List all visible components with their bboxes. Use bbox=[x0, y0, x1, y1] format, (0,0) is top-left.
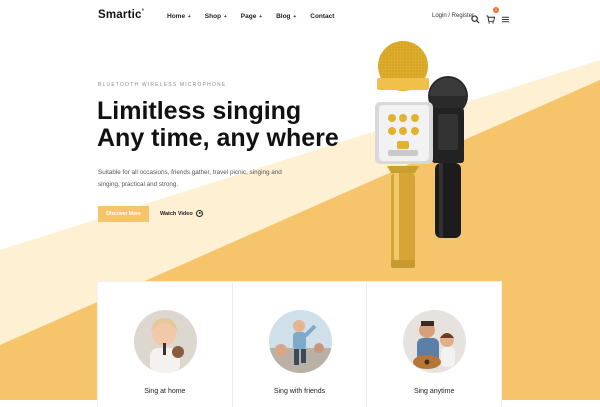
gold-microphone bbox=[375, 41, 433, 268]
discover-more-button[interactable]: Discover More bbox=[98, 206, 149, 222]
cart-count-badge: 0 bbox=[493, 7, 499, 13]
sing-anytime-image bbox=[403, 310, 467, 373]
nav-item-blog[interactable]: Blog + bbox=[276, 13, 296, 20]
logo[interactable]: Smartic° bbox=[98, 9, 144, 21]
hero-title-line-1: Limitless singing bbox=[97, 97, 302, 125]
main-nav: Home + Shop + Page + Blog + Contact bbox=[167, 13, 334, 20]
sing-with-friends-image bbox=[268, 310, 332, 373]
play-icon bbox=[195, 210, 203, 217]
search-icon[interactable] bbox=[471, 11, 480, 24]
site-header: Smartic° Home + Shop + Page + Blog + Con… bbox=[0, 0, 600, 34]
microphone-product-image bbox=[375, 41, 468, 268]
black-microphone bbox=[428, 76, 468, 238]
header-icons: 0 bbox=[471, 7, 510, 24]
nav-item-contact[interactable]: Contact bbox=[310, 13, 334, 20]
feature-card-anytime[interactable]: Sing anytime bbox=[367, 282, 501, 407]
cart-icon[interactable]: 0 bbox=[486, 7, 499, 24]
feature-card-home[interactable]: Sing at home bbox=[98, 282, 233, 407]
nav-item-home[interactable]: Home + bbox=[167, 13, 191, 20]
watch-video-label: Watch Video bbox=[160, 210, 193, 217]
hero-title: Limitless singing Any time, any where bbox=[97, 98, 339, 152]
card-label: Sing anytime bbox=[413, 388, 455, 395]
feature-card-friends[interactable]: Sing with friends bbox=[233, 282, 368, 407]
menu-icon[interactable] bbox=[501, 11, 510, 23]
nav-item-shop[interactable]: Shop + bbox=[205, 13, 227, 20]
card-label: Sing at home bbox=[144, 388, 186, 395]
card-label: Sing with friends bbox=[273, 388, 326, 395]
nav-item-page[interactable]: Page + bbox=[241, 13, 262, 20]
feature-cards: Sing at home Sing with friends Sing anyt… bbox=[98, 282, 501, 407]
hero-title-line-2: Any time, any where bbox=[97, 124, 339, 152]
login-register-link[interactable]: Login / Register bbox=[432, 13, 474, 19]
hero-description: Suitable for all occasions, friends gath… bbox=[98, 169, 282, 188]
sing-at-home-image bbox=[133, 310, 197, 373]
watch-video-link[interactable]: Watch Video bbox=[160, 210, 203, 217]
hero-eyebrow: BLUETOOTH WIRELESS MICROPHONE bbox=[98, 82, 227, 88]
